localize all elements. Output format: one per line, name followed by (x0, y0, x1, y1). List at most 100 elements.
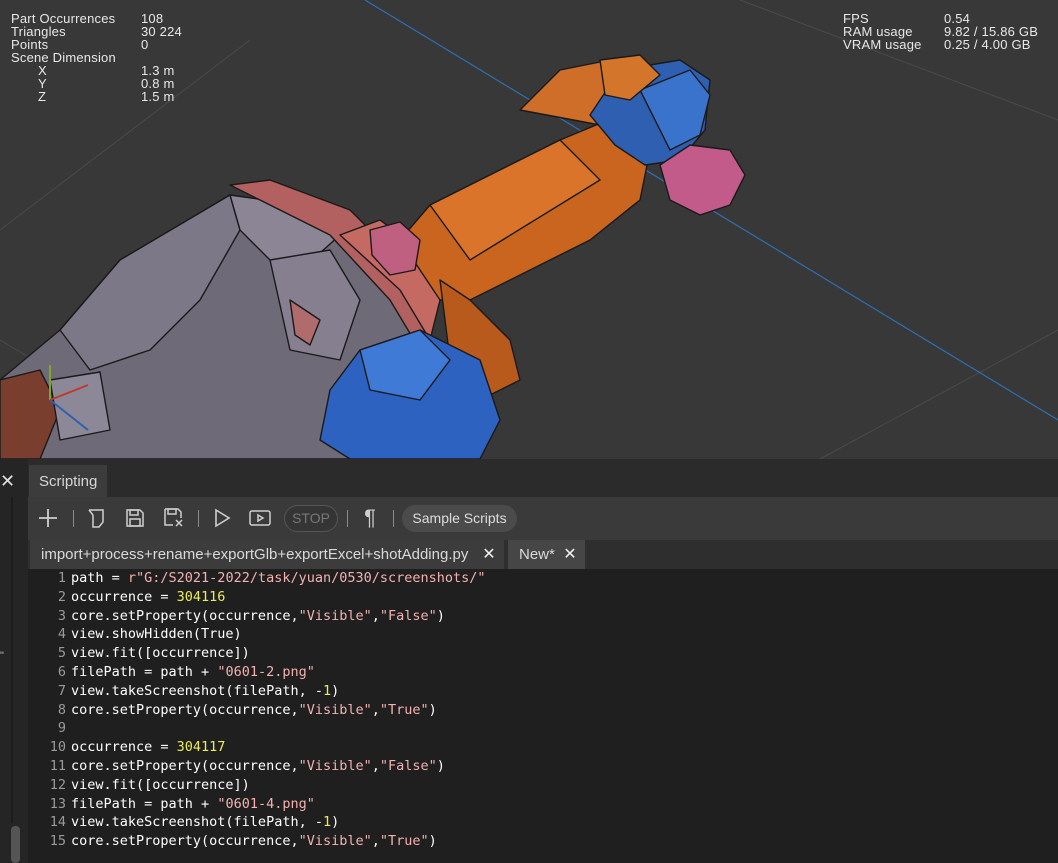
code-token: occurrence = (71, 588, 177, 605)
string-token: "False" (379, 758, 437, 774)
stat-label: VRAM usage (843, 37, 922, 52)
close-panel-icon[interactable]: ✕ (0, 472, 15, 490)
code-token: path = (71, 570, 128, 586)
play-icon[interactable] (210, 506, 234, 530)
code-token: core.setProperty(occurrence, (71, 701, 299, 718)
add-icon[interactable] (36, 506, 60, 530)
code-line[interactable]: 8 core.setProperty(occurrence,"Visible","… (28, 701, 1058, 720)
code-text: core.setProperty(occurrence,"Visible","F… (71, 607, 445, 626)
open-file-icon[interactable] (85, 506, 109, 530)
toolbar-separator (393, 510, 394, 527)
dock-scrollbar[interactable] (11, 826, 20, 863)
string-token: "Visible" (298, 701, 372, 718)
line-number: 10 (49, 739, 66, 756)
code-line[interactable]: 11 core.setProperty(occurrence,"Visible",… (28, 757, 1058, 776)
number-token: 1 (322, 682, 332, 699)
code-line[interactable]: 15 core.setProperty(occurrence,"Visible",… (28, 832, 1058, 851)
line-number: 11 (49, 758, 66, 774)
run-screen-icon[interactable] (248, 506, 272, 530)
line-number: 3 (57, 607, 66, 624)
line-number: 13 (49, 795, 66, 812)
stat-label: Z (38, 89, 47, 104)
code-line[interactable]: 10 occurrence = 304117 (28, 738, 1058, 757)
code-token: core.setProperty(occurrence, (71, 833, 299, 850)
string-token: "Visible" (298, 607, 372, 624)
string-token: "Visible" (298, 833, 372, 850)
line-number: 15 (49, 833, 66, 850)
code-token: , (371, 758, 380, 774)
panel-tab-bar (28, 459, 1058, 497)
stat-row: VRAM usage 0.25 / 4.00 GB (843, 38, 1058, 51)
file-tab-import-script[interactable]: import+process+rename+exportGlb+exportEx… (30, 540, 504, 569)
number-token: 1 (322, 814, 332, 831)
code-text: view.showHidden(True) (71, 625, 242, 644)
stat-value: 0 (141, 37, 149, 52)
code-line[interactable]: 13 filePath = path + "0601-4.png" (28, 795, 1058, 814)
line-number: 8 (57, 701, 66, 718)
close-tab-icon[interactable]: ✕ (482, 540, 496, 569)
line-number: 9 (57, 720, 66, 737)
stop-button[interactable]: STOP (284, 505, 338, 532)
code-line[interactable]: 7 view.takeScreenshot(filePath, -1) (28, 682, 1058, 701)
performance-stats-panel: FPS 0.54 RAM usage 9.82 / 15.86 GB VRAM usag… (843, 12, 1058, 51)
close-tab-icon[interactable]: ✕ (563, 540, 577, 569)
stat-value: 0.25 / 4.00 GB (944, 37, 1031, 52)
string-token: "True" (379, 833, 429, 850)
file-tab-new[interactable]: New* ✕ (508, 540, 585, 569)
number-token: 304117 (176, 739, 226, 756)
line-number: 2 (57, 588, 66, 605)
line-number: 14 (49, 814, 66, 831)
code-token: , (371, 607, 380, 624)
toolbar-separator (347, 510, 348, 527)
line-number: 1 (57, 570, 66, 586)
left-dock-strip (0, 459, 28, 863)
code-token: filePath = path + (71, 664, 218, 680)
code-text: path = r"G:/S2021-2022/task/yuan/0530/sc… (71, 569, 486, 588)
line-number: 6 (57, 664, 66, 680)
number-token: 304116 (176, 588, 226, 605)
code-line[interactable]: 5 view.fit([occurrence]) (28, 644, 1058, 663)
code-line[interactable]: 3 core.setProperty(occurrence,"Visible","… (28, 607, 1058, 626)
scene-stats-panel: Part Occurrences 108 Triangles 30 224 Points… (11, 12, 231, 103)
code-token: , (371, 833, 380, 850)
code-text: filePath = path + "0601-2.png" (71, 663, 315, 682)
code-line[interactable]: 14 view.takeScreenshot(filePath, -1) (28, 813, 1058, 832)
code-token: ) (331, 682, 340, 699)
tab-scripting[interactable]: Scripting (29, 465, 107, 498)
code-text: view.fit([occurrence]) (71, 776, 250, 795)
code-text: occurrence = 304117 (71, 738, 225, 757)
save-icon[interactable] (123, 506, 147, 530)
code-editor[interactable]: 1 path = r"G:/S2021-2022/task/yuan/0530/s… (28, 569, 1058, 863)
code-text: occurrence = 304116 (71, 588, 225, 607)
code-token: filePath = path + (71, 795, 218, 812)
code-token: core.setProperty(occurrence, (71, 758, 299, 774)
sample-scripts-button[interactable]: Sample Scripts (402, 505, 517, 532)
code-token: ) (428, 701, 437, 718)
paragraph-icon[interactable]: ¶ (358, 505, 382, 530)
toolbar-separator (198, 510, 199, 527)
code-line[interactable]: 4 view.showHidden(True) (28, 625, 1058, 644)
string-token: "True" (379, 701, 429, 718)
stat-value: 1.5 m (141, 89, 175, 104)
code-token: ) (428, 833, 437, 850)
code-token: occurrence = (71, 739, 177, 756)
file-tab-label: New* (519, 546, 555, 563)
save-as-icon[interactable] (162, 506, 186, 530)
stat-row: Z 1.5 m (11, 90, 231, 103)
code-line[interactable]: 12 view.fit([occurrence]) (28, 776, 1058, 795)
code-line[interactable]: 9 (28, 719, 1058, 738)
string-token: r"G:/S2021-2022/task/yuan/0530/screensho… (127, 570, 486, 586)
code-line[interactable]: 6 filePath = path + "0601-2.png" (28, 663, 1058, 682)
string-token: "0601-4.png" (217, 795, 315, 812)
code-token: view.takeScreenshot(filePath, - (71, 682, 323, 699)
line-number: 5 (57, 645, 66, 662)
line-number: 7 (57, 682, 66, 699)
code-text: filePath = path + "0601-4.png" (71, 795, 315, 814)
string-token: "False" (379, 607, 437, 624)
code-token: view.showHidden(True) (71, 626, 242, 643)
toolbar-separator (73, 510, 74, 527)
string-token: "Visible" (298, 758, 372, 774)
code-line[interactable]: 2 occurrence = 304116 (28, 588, 1058, 607)
3d-viewport[interactable]: Part Occurrences 108 Triangles 30 224 Points… (0, 0, 1058, 459)
code-line[interactable]: 1 path = r"G:/S2021-2022/task/yuan/0530/s… (28, 569, 1058, 588)
